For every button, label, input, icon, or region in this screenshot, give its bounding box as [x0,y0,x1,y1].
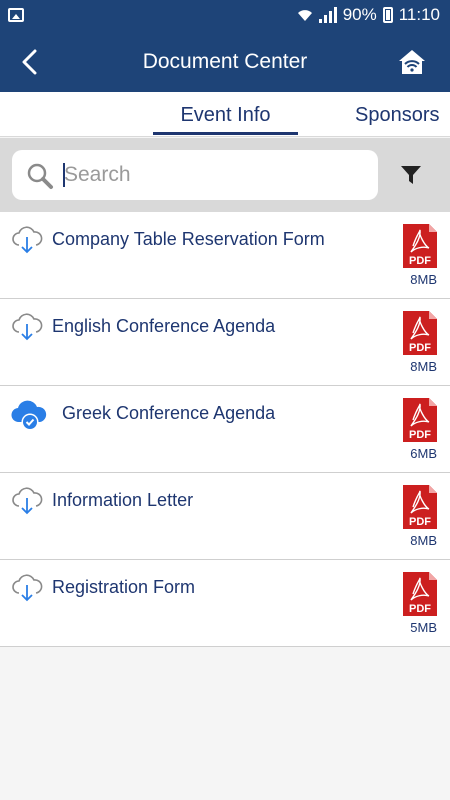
svg-text:PDF: PDF [409,603,431,615]
signal-icon [318,7,337,23]
tab-bar: Event Info Sponsors [0,92,450,137]
search-box[interactable] [12,150,378,200]
pdf-file-icon: PDF [403,398,437,442]
search-input[interactable] [64,160,364,190]
list-item[interactable]: Company Table Reservation Form PDF 8MB [0,212,450,299]
document-title: Greek Conference Agenda [62,403,276,423]
pdf-file-icon: PDF [403,224,437,268]
tab-event-info[interactable]: Event Info [153,104,298,127]
list-item[interactable]: Greek Conference Agenda PDF 6MB [0,386,450,473]
svg-text:PDF: PDF [409,429,431,441]
home-button[interactable] [394,44,430,80]
cloud-download-icon[interactable] [10,572,44,602]
list-item[interactable]: Information Letter PDF 8MB [0,473,450,560]
document-title: Registration Form [52,577,196,597]
svg-text:PDF: PDF [409,342,431,354]
document-title: English Conference Agenda [52,316,276,336]
wifi-icon [297,10,312,21]
file-size: 8MB [410,359,437,374]
pdf-file-icon: PDF [403,572,437,616]
filter-icon [401,166,421,184]
list-item[interactable]: Registration Form PDF 5MB [0,560,450,647]
battery-percent: 90% [342,5,377,24]
file-size: 8MB [410,272,437,287]
cloud-download-icon[interactable] [10,224,44,254]
document-list: Company Table Reservation Form PDF 8MB Engl… [0,212,450,647]
app-bar: Document Center [0,32,450,92]
file-size: 8MB [410,533,437,548]
cloud-check-icon[interactable] [10,398,47,431]
document-title: Information Letter [52,490,194,510]
pdf-file-icon: PDF [403,485,437,529]
list-item[interactable]: English Conference Agenda PDF 8MB [0,299,450,386]
cloud-download-icon[interactable] [10,311,44,341]
search-icon [27,163,53,189]
document-title: Company Table Reservation Form [52,229,325,249]
svg-text:PDF: PDF [409,516,431,528]
page-title: Document Center [142,50,308,73]
cloud-download-icon[interactable] [10,485,44,515]
filter-button[interactable] [393,160,429,190]
gallery-notification-icon [8,8,24,22]
search-bar [0,138,450,212]
file-size: 6MB [410,446,437,461]
svg-text:PDF: PDF [409,255,431,267]
status-bar: 90% 11:10 [0,0,450,32]
tab-sponsors[interactable]: Sponsors [355,104,440,127]
file-size: 5MB [410,620,437,635]
pdf-file-icon: PDF [403,311,437,355]
active-tab-indicator [153,132,298,135]
home-wifi-icon [399,50,425,74]
clock: 11:10 [398,5,440,24]
battery-icon [382,7,393,23]
